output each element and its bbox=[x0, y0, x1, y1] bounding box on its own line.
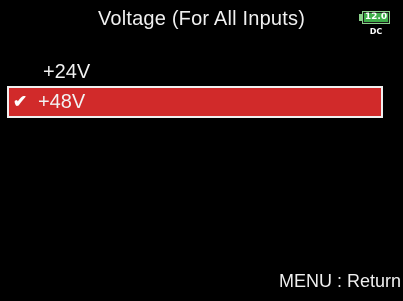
menu-item-label: +24V bbox=[43, 61, 91, 83]
battery-body: 12.0 bbox=[362, 11, 390, 24]
battery-level: 12.0 bbox=[364, 12, 388, 22]
device-screen: Voltage (For All Inputs) 12.0 DC +24V ✔ … bbox=[0, 0, 403, 301]
menu-item-24v[interactable]: +24V bbox=[7, 56, 383, 88]
page-title: Voltage (For All Inputs) bbox=[97, 8, 306, 30]
menu-item-label: +48V bbox=[38, 91, 86, 113]
menu-return-hint: MENU : Return bbox=[278, 271, 401, 291]
menu-item-48v[interactable]: ✔ +48V bbox=[7, 86, 383, 118]
checkmark-icon: ✔ bbox=[13, 92, 28, 111]
battery-indicator: 12.0 DC bbox=[359, 11, 393, 41]
power-source-label: DC bbox=[369, 27, 383, 36]
